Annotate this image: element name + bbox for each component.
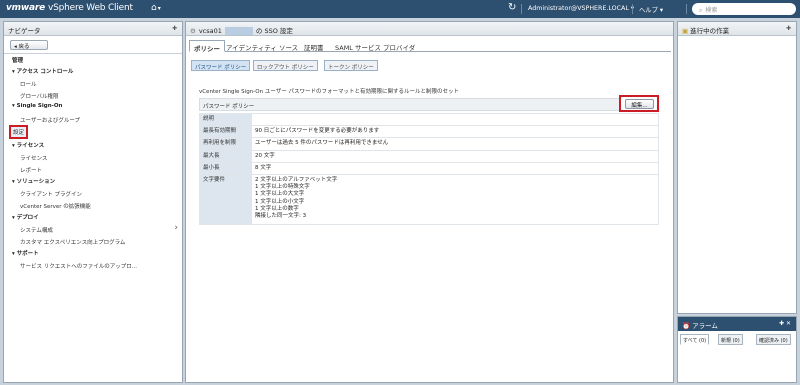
tasks-panel: ▣ 進行中の作業 ✚ [677,21,797,314]
divider [686,4,687,14]
row-value: 8 文字 [251,161,659,176]
host-name: vcsa01 [198,27,222,35]
table-row: 最長有効期間 90 日ごとにパスワードを変更する必要があります [199,125,659,139]
pin-icon[interactable]: ✚ ✕ [779,320,791,327]
subtab-token-policy[interactable]: トークン ポリシー [324,60,378,71]
nav-item-ceip[interactable]: カスタマ エクスペリエンス向上プログラム [20,238,125,246]
tab-policies[interactable]: ポリシー [189,40,225,53]
tasks-title: 進行中の作業 [690,27,730,35]
alarms-header: ⏰ アラーム ✚ ✕ [678,317,796,331]
requirement-item: 2 文字以上のアルファベット文字 [255,177,338,184]
navigator-header: ナビゲータ ✚ [4,22,182,36]
nav-section-access-control[interactable]: ▾ アクセス コントロール [12,67,73,75]
divider [4,53,182,54]
main-header: ⚙ vcsa01 の SSO 設定 [186,22,673,36]
row-value: ユーザーは過去 5 件のパスワードは再利用できません [251,137,659,151]
chevron-right-icon[interactable]: › [174,223,178,233]
edit-button-highlight: 編集... [619,95,659,112]
subtab-password-policy[interactable]: パスワード ポリシー [191,60,251,71]
divider [521,4,522,14]
table-row: 最大長 20 文字 [199,149,659,163]
policy-section-header: パスワード ポリシー [199,98,659,111]
main-panel: ⚙ vcsa01 の SSO 設定 ポリシー アイデンティティ ソース 証明書 SA… [185,21,674,383]
password-policy-table: 説明 最長有効期間 90 日ごとにパスワードを変更する必要があります 再利用を制限… [199,112,659,226]
row-value: 20 文字 [251,149,659,163]
nav-item-system-configuration[interactable]: システム構成 [20,226,53,234]
search-input[interactable]: ⌕ 検索 [692,3,796,15]
table-row: 再利用を制限 ユーザーは過去 5 件のパスワードは再利用できません [199,137,659,151]
server-icon: ⚙ [190,27,196,35]
tasks-header: ▣ 進行中の作業 ✚ [678,22,796,36]
alarms-title: アラーム [692,322,718,330]
requirement-item: 1 文字以上の特殊文字 [255,184,310,191]
navigator-panel: ナビゲータ ✚ ◂ 戻る 管理 ▾ アクセス コントロール ロール グローバル権… [3,21,183,383]
redacted-hostname [224,27,253,35]
requirement-item: 隣接した同一文字: 3 [255,213,307,220]
policy-description: vCenter Single Sign-On ユーザー パスワードのフォーマット… [199,89,460,95]
table-row: 最小長 8 文字 [199,161,659,176]
nav-item-vcenter-extensions[interactable]: vCenter Server の拡張機能 [20,202,91,210]
top-bar: vmware vSphere Web Client ⌂▾ ↻ Administra… [0,0,800,18]
nav-section-solutions[interactable]: ▾ ソリューション [12,177,55,185]
vmware-logo: vmware vSphere Web Client [6,3,133,13]
divider [632,4,633,14]
row-key: 文字要件 [199,174,252,226]
navigator-title: ナビゲータ [8,27,41,35]
row-key: 再利用を制限 [199,137,252,151]
nav-item-client-plugins[interactable]: クライアント プラグイン [20,190,82,198]
search-icon: ⌕ [699,7,703,14]
alarm-icon: ⏰ [682,322,691,330]
nav-item-configuration[interactable]: 設定 [9,125,29,139]
nav-section-support[interactable]: ▾ サポート [12,249,39,257]
pin-icon[interactable]: ✚ [786,25,791,32]
tab-alarms-new[interactable]: 新規 (0) [718,334,743,345]
tab-identity-sources[interactable]: アイデンティティ ソース [222,40,302,52]
alarms-panel: ⏰ アラーム ✚ ✕ すべて (0) 新規 (0) 確認済み (0) [677,316,797,383]
back-arrow-icon: ◂ [14,44,17,50]
row-value: 90 日ごとにパスワードを変更する必要があります [251,125,659,139]
refresh-icon[interactable]: ↻ [508,2,516,13]
requirement-item: 1 文字以上の小文字 [255,198,305,205]
tab-saml-providers[interactable]: SAML サービス プロバイダ [331,40,419,52]
requirement-item: 1 文字以上の大文字 [255,191,305,198]
row-value [251,112,659,127]
requirement-item: 1 文字以上の数字 [255,205,299,212]
page-title: の SSO 設定 [255,27,293,35]
help-menu[interactable]: ヘルプ ▾ [639,5,663,14]
row-key: 最大長 [199,149,252,163]
row-key: 説明 [199,112,252,127]
home-button[interactable]: ⌂▾ [151,3,161,13]
nav-section-sso[interactable]: ▾ Single Sign-On [12,103,62,109]
home-icon: ⌂ [151,3,157,13]
tab-bar: ポリシー アイデンティティ ソース 証明書 SAML サービス プロバイダ [189,40,671,53]
nav-item-licenses[interactable]: ライセンス [20,154,47,162]
table-row: 文字要件 2 文字以上のアルファベット文字 1 文字以上の特殊文字 1 文字以上… [199,174,659,226]
row-key: 最長有効期間 [199,125,252,139]
nav-item-reports[interactable]: レポート [20,166,42,174]
edit-button[interactable]: 編集... [625,99,654,109]
nav-item-roles[interactable]: ロール [20,80,37,88]
tab-certificates[interactable]: 証明書 [300,40,328,52]
nav-item-users-groups[interactable]: ユーザーおよびグループ [20,116,80,124]
nav-section-licensing[interactable]: ▾ ライセンス [12,141,44,149]
tasks-icon: ▣ [682,27,689,35]
nav-heading-administration: 管理 [12,58,24,64]
user-menu[interactable]: Administrator@VSPHERE.LOCAL ▾ [528,5,634,12]
subtab-lockout-policy[interactable]: ロックアウト ポリシー [253,60,318,71]
row-key: 最小長 [199,161,252,176]
back-button[interactable]: ◂ 戻る [10,40,48,50]
nav-item-global-permissions[interactable]: グローバル権限 [20,92,58,100]
nav-item-upload-file[interactable]: サービス リクエストへのファイルのアップロ... [20,262,137,270]
pin-icon[interactable]: ✚ [172,25,177,32]
row-value: 2 文字以上のアルファベット文字 1 文字以上の特殊文字 1 文字以上の大文字 … [251,174,659,226]
chevron-down-icon: ▾ [157,5,161,12]
nav-section-deployment[interactable]: ▾ デプロイ [12,213,39,221]
table-row: 説明 [199,112,659,127]
tab-alarms-all[interactable]: すべて (0) [680,334,710,345]
tab-alarms-acknowledged[interactable]: 確認済み (0) [756,334,791,345]
